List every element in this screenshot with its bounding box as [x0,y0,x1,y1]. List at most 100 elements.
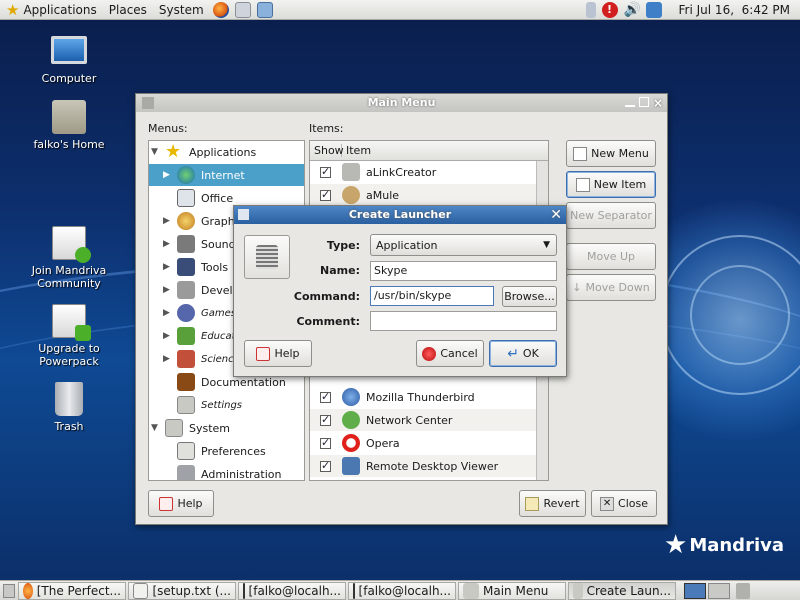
show-checkbox[interactable] [320,459,331,472]
tree-item-preferences[interactable]: Preferences [149,440,304,462]
network-status-icon[interactable] [645,2,662,18]
tree-item-applications[interactable]: ▼ ★ Applications [149,141,304,163]
close-label: Close [618,497,648,510]
revert-button[interactable]: Revert [519,490,586,517]
tree-item-label: Preferences [201,444,266,458]
tree-item-label: Documentation [201,375,286,389]
new-separator-button[interactable]: New Separator [566,202,656,229]
task-button[interactable]: [falko@localh... [348,581,456,600]
tree-item-label: Tools [201,260,229,274]
item-row[interactable]: aMule [310,184,548,206]
task-button[interactable]: Main Menu [458,581,566,600]
trash-applet-icon[interactable] [736,582,750,599]
item-row[interactable]: Network Center [310,409,548,431]
development-icon [177,281,195,299]
desktop-icon-home[interactable]: falko's Home [24,100,114,151]
clock[interactable]: Fri Jul 16, 6:42 PM [679,3,790,17]
trash-icon [55,382,83,416]
column-header-item[interactable]: Item [342,144,371,157]
name-field[interactable]: Skype [370,261,557,281]
window-menu-icon[interactable] [142,97,154,109]
items-list-header: Show Item [310,141,548,161]
system-icon [165,419,183,437]
workspace-switcher-1[interactable] [684,582,706,599]
item-label: aMule [366,188,400,202]
office-icon [177,189,195,207]
network-launcher-icon[interactable] [256,1,273,18]
update-alert-icon[interactable]: ! [601,2,618,18]
new-menu-button[interactable]: New Menu [566,140,656,167]
minimize-icon[interactable] [625,97,635,107]
expander-closed-icon: ▶ [163,354,170,364]
task-label: [setup.txt (... [152,583,231,598]
desktop-icon-computer[interactable]: Computer [24,36,114,85]
main-menu-titlebar[interactable]: Main Menu × [136,94,667,112]
task-button[interactable]: [The Perfect... [18,581,126,600]
expander-closed-icon: ▶ [163,308,170,318]
expander-closed-icon: ▶ [163,285,170,295]
desktop-icon-label: falko's Home [33,138,105,151]
desktop-icon-community[interactable]: Join Mandriva Community [24,226,114,290]
show-desktop-icon[interactable] [3,583,15,598]
window-menu-icon[interactable] [238,209,249,220]
item-label: Network Center [366,413,453,427]
item-row[interactable]: aLinkCreator [310,161,548,183]
item-row[interactable]: Opera [310,432,548,454]
text-editor-icon [133,582,149,599]
documentation-icon [177,373,195,391]
close-icon[interactable]: × [653,94,663,112]
task-button[interactable]: [falko@localh... [238,581,346,600]
item-row[interactable]: Remote Desktop Viewer [310,455,548,477]
notification-area-icon[interactable] [585,2,596,18]
desktop-icon-trash[interactable]: Trash [24,382,114,433]
browse-button[interactable]: Browse... [502,286,557,307]
close-icon[interactable]: ✕ [550,206,562,224]
command-field[interactable]: /usr/bin/skype [370,286,494,306]
new-menu-label: New Menu [591,147,649,160]
type-select-value: Application [376,238,438,252]
show-checkbox[interactable] [320,165,331,178]
workspace-switcher-2[interactable] [708,582,730,599]
show-checkbox[interactable] [320,436,331,449]
maximize-icon[interactable] [639,97,649,107]
new-item-button[interactable]: New Item [566,171,656,198]
desktop-icon-label: Join Mandriva Community [31,264,107,290]
show-checkbox[interactable] [320,413,331,426]
firefox-icon[interactable] [212,1,229,18]
create-launcher-title: Create Launcher [348,208,452,221]
tree-item-settings[interactable]: Settings [149,394,304,416]
launcher-icon-button[interactable] [244,235,290,279]
item-row[interactable]: Mozilla Thunderbird [310,386,548,408]
tree-item-label: Administration [201,467,282,481]
dialog-help-button[interactable]: Help [244,340,312,367]
home-launcher-icon[interactable] [234,1,251,18]
show-checkbox[interactable] [320,188,331,201]
task-button[interactable]: [setup.txt (... [128,581,236,600]
move-up-button[interactable]: Move Up [566,243,656,270]
tree-item-system[interactable]: ▼ System [149,417,304,439]
move-down-button[interactable]: ↓ Move Down [566,274,656,301]
volume-icon[interactable]: 🔊 [624,2,641,18]
ok-button[interactable]: ↵ OK [489,340,557,367]
column-header-show[interactable]: Show [310,144,344,157]
places-menu[interactable]: Places [103,0,153,20]
tree-item-label: Games [201,307,236,319]
cancel-button[interactable]: Cancel [416,340,484,367]
applications-menu[interactable]: ★ Applications [0,0,103,20]
tree-item-internet[interactable]: ▶ Internet [149,164,304,186]
move-up-label: Move Up [586,250,636,263]
tree-item-label: Settings [201,399,243,411]
comment-field[interactable] [370,311,557,331]
tree-item-label: System [189,421,231,435]
system-menu[interactable]: System [153,0,210,20]
close-button[interactable]: ✕ Close [591,490,657,517]
show-checkbox[interactable] [320,390,331,403]
create-launcher-titlebar[interactable]: Create Launcher ✕ [234,206,566,224]
help-button[interactable]: Help [148,490,214,517]
tree-item-administration[interactable]: Administration [149,463,304,481]
expander-closed-icon: ▶ [163,262,170,272]
administration-icon [177,465,195,480]
task-button[interactable]: Create Laun... [568,581,676,600]
desktop-icon-upgrade[interactable]: Upgrade to Powerpack [24,304,114,368]
type-select[interactable]: Application ▼ [370,234,557,256]
